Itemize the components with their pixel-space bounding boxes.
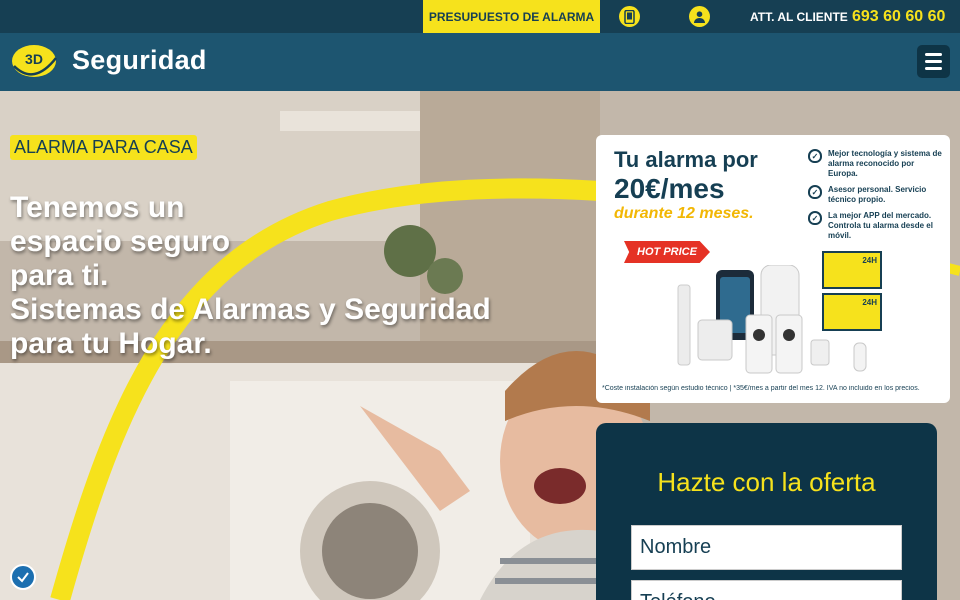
headline-line: espacio seguro	[10, 225, 231, 258]
logo-text[interactable]: Seguridad	[72, 45, 207, 76]
phone-number-link[interactable]: 693 60 60 60	[852, 0, 945, 33]
category-tag: ALARMA PARA CASA	[10, 135, 197, 160]
hot-price-badge: HOT PRICE	[624, 241, 710, 263]
menu-icon-bar	[925, 60, 942, 63]
promo-price: 20€/mes	[614, 173, 725, 204]
promo-card[interactable]: Tu alarma por 20€/mes durante 12 meses. …	[596, 135, 950, 403]
site-header: 3D Seguridad	[0, 33, 960, 91]
hero-headline: Tenemos un espacio seguro para ti. Siste…	[10, 191, 570, 361]
offer-title: Hazte con la oferta	[657, 467, 876, 497]
sign-label: 24H	[862, 256, 877, 265]
headline-line: para tu Hogar.	[10, 327, 212, 360]
bullet-text: La mejor APP del mercado. Controla tu al…	[828, 211, 933, 240]
promo-bullet: ✓ Asesor personal. Servicio técnico prop…	[808, 185, 944, 205]
menu-icon	[925, 53, 942, 56]
user-icon[interactable]	[689, 6, 710, 27]
headline-line: Tenemos un	[10, 191, 185, 224]
bullet-text: Asesor personal. Servicio técnico propio…	[828, 185, 927, 204]
headline-line: para ti.	[10, 259, 109, 292]
shield-check-icon[interactable]	[10, 564, 36, 590]
menu-icon-bar	[925, 67, 942, 70]
promo-duration: durante 12 meses.	[614, 205, 754, 222]
shield-check-icon: ✓	[808, 211, 822, 225]
name-field[interactable]	[631, 525, 902, 570]
top-bar: PRESUPUESTO DE ALARMA ATT. AL CLIENTE 69…	[0, 0, 960, 33]
logo-badge[interactable]: 3D	[10, 42, 58, 80]
phone-field[interactable]	[631, 580, 902, 600]
shield-check-icon: ✓	[808, 149, 822, 163]
promo-bullets: ✓ Mejor tecnología y sistema de alarma r…	[808, 149, 944, 247]
promo-fineprint: *Coste instalación según estudio técnico…	[602, 385, 920, 392]
shield-check-icon: ✓	[808, 185, 822, 199]
customer-service-label: ATT. AL CLIENTE	[750, 9, 848, 24]
promo-bullet: ✓ La mejor APP del mercado. Controla tu …	[808, 211, 944, 241]
budget-button[interactable]: PRESUPUESTO DE ALARMA	[423, 0, 600, 33]
headline-line: Sistemas de Alarmas y Seguridad	[10, 293, 491, 326]
alarm-devices-image	[677, 265, 867, 374]
promo-bullet: ✓ Mejor tecnología y sistema de alarma r…	[808, 149, 944, 179]
promo-title: Tu alarma por	[614, 147, 758, 172]
svg-text:3D: 3D	[25, 51, 43, 67]
menu-button[interactable]	[917, 45, 950, 78]
phone-icon[interactable]	[619, 6, 640, 27]
hero-section: ALARMA PARA CASA Tenemos un espacio segu…	[0, 91, 960, 600]
offer-form: Hazte con la oferta	[596, 423, 937, 600]
bullet-text: Mejor tecnología y sistema de alarma rec…	[828, 149, 942, 178]
